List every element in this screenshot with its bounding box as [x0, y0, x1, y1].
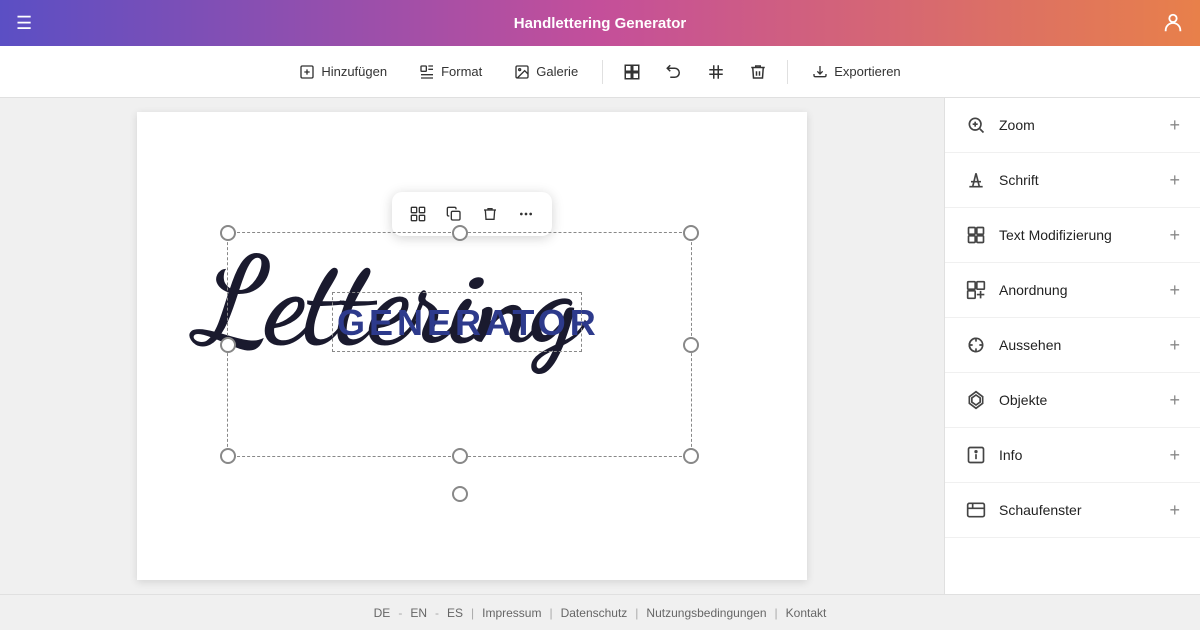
footer-link-de[interactable]: DE: [374, 606, 391, 620]
main-toolbar: Hinzufügen Format Galerie: [0, 46, 1200, 98]
zoom-icon: [965, 114, 987, 136]
appearance-icon: [965, 334, 987, 356]
right-panel: Zoom + Schrift +: [944, 98, 1200, 594]
panel-item-text-mod[interactable]: Text Modifizierung +: [945, 208, 1200, 263]
selection-box-outer: [227, 232, 692, 457]
handle-mr[interactable]: [683, 337, 699, 353]
lettering-text[interactable]: Lettering: [197, 242, 580, 362]
handle-bl[interactable]: [220, 448, 236, 464]
undo-icon: [665, 63, 683, 81]
menu-icon[interactable]: ☰: [16, 13, 32, 34]
arrange-icon: [965, 279, 987, 301]
panel-label-zoom: Zoom: [999, 117, 1035, 133]
generator-text[interactable]: GENERATOR: [337, 302, 600, 344]
handle-tr[interactable]: [683, 225, 699, 241]
showcase-icon: [965, 499, 987, 521]
text-mod-icon: [965, 224, 987, 246]
objects-icon: [965, 389, 987, 411]
format-icon: [419, 64, 435, 80]
handle-br[interactable]: [683, 448, 699, 464]
grid-pattern-button[interactable]: [615, 55, 649, 89]
float-delete-button[interactable]: [474, 198, 506, 230]
user-icon[interactable]: [1162, 12, 1184, 34]
panel-label-text-mod: Text Modifizierung: [999, 227, 1112, 243]
trash-icon: [749, 63, 767, 81]
canvas[interactable]: Lettering GENERATOR: [137, 112, 807, 580]
delete-button[interactable]: [741, 55, 775, 89]
add-icon: [299, 64, 315, 80]
more-options-button[interactable]: [510, 198, 542, 230]
group-icon: [410, 206, 426, 222]
grid-button[interactable]: [699, 55, 733, 89]
float-toolbar: [392, 192, 552, 236]
schaufenster-expand-icon: +: [1169, 500, 1180, 521]
app-header: ☰ Handlettering Generator: [0, 0, 1200, 46]
panel-item-anordnung[interactable]: Anordnung +: [945, 263, 1200, 318]
panel-item-aussehen[interactable]: Aussehen +: [945, 318, 1200, 373]
aussehen-expand-icon: +: [1169, 335, 1180, 356]
footer-link-datenschutz[interactable]: Datenschutz: [561, 606, 628, 620]
duplicate-icon: [446, 206, 462, 222]
panel-label-aussehen: Aussehen: [999, 337, 1061, 353]
footer-link-impressum[interactable]: Impressum: [482, 606, 541, 620]
handle-bc[interactable]: [452, 448, 468, 464]
gallery-icon: [514, 64, 530, 80]
panel-label-schrift: Schrift: [999, 172, 1039, 188]
handle-rotate[interactable]: [452, 486, 468, 502]
app-title: Handlettering Generator: [514, 15, 687, 32]
footer-link-kontakt[interactable]: Kontakt: [786, 606, 827, 620]
canvas-area[interactable]: Lettering GENERATOR: [0, 98, 944, 594]
handle-ml[interactable]: [220, 337, 236, 353]
panel-label-objekte: Objekte: [999, 392, 1047, 408]
toolbar-separator-1: [602, 60, 603, 84]
format-button[interactable]: Format: [407, 58, 494, 86]
panel-item-schaufenster[interactable]: Schaufenster +: [945, 483, 1200, 538]
schrift-expand-icon: +: [1169, 170, 1180, 191]
undo-button[interactable]: [657, 55, 691, 89]
panel-item-schrift[interactable]: Schrift +: [945, 153, 1200, 208]
footer-link-en[interactable]: EN: [410, 606, 427, 620]
panel-item-zoom[interactable]: Zoom +: [945, 98, 1200, 153]
group-button[interactable]: [402, 198, 434, 230]
export-icon: [812, 64, 828, 80]
toolbar-separator-2: [787, 60, 788, 84]
info-expand-icon: +: [1169, 445, 1180, 466]
footer-link-nutzungsbedingungen[interactable]: Nutzungsbedingungen: [646, 606, 766, 620]
objekte-expand-icon: +: [1169, 390, 1180, 411]
font-icon: [965, 169, 987, 191]
footer-link-es[interactable]: ES: [447, 606, 463, 620]
panel-item-objekte[interactable]: Objekte +: [945, 373, 1200, 428]
footer: DE - EN - ES | Impressum | Datenschutz |…: [0, 594, 1200, 630]
handle-tl[interactable]: [220, 225, 236, 241]
export-button[interactable]: Exportieren: [800, 58, 912, 86]
zoom-expand-icon: +: [1169, 115, 1180, 136]
selection-box-inner: [332, 292, 582, 352]
text-mod-expand-icon: +: [1169, 225, 1180, 246]
info-icon: [965, 444, 987, 466]
float-trash-icon: [482, 206, 498, 222]
panel-label-schaufenster: Schaufenster: [999, 502, 1082, 518]
more-icon: [518, 206, 534, 222]
grid-icon: [707, 63, 725, 81]
gallery-button[interactable]: Galerie: [502, 58, 590, 86]
anordnung-expand-icon: +: [1169, 280, 1180, 301]
panel-item-info[interactable]: Info +: [945, 428, 1200, 483]
duplicate-button[interactable]: [438, 198, 470, 230]
add-button[interactable]: Hinzufügen: [287, 58, 399, 86]
panel-label-info: Info: [999, 447, 1022, 463]
panel-label-anordnung: Anordnung: [999, 282, 1068, 298]
grid-pattern-icon: [623, 63, 641, 81]
main-content: Lettering GENERATOR: [0, 98, 1200, 594]
